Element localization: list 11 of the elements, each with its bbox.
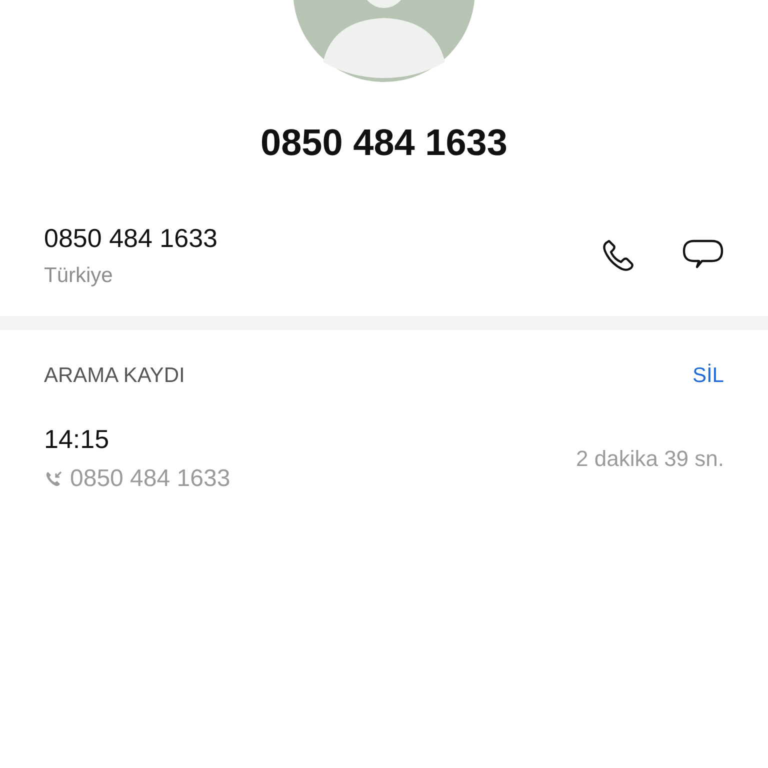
avatar-icon <box>293 0 475 82</box>
contact-title: 0850 484 1633 <box>260 122 508 164</box>
phone-icon[interactable] <box>600 237 636 273</box>
phone-number: 0850 484 1633 <box>44 222 219 254</box>
section-heading: ARAMA KAYDI <box>44 364 185 388</box>
delete-link[interactable]: SİL <box>692 364 724 388</box>
call-time: 14:15 <box>44 424 110 455</box>
region-label: Türkiye <box>44 264 114 288</box>
caller-number: 0850 484 1633 <box>70 465 230 493</box>
incoming-call-icon <box>44 469 64 489</box>
call-duration: 2 dakika 39 sn. <box>576 446 724 472</box>
